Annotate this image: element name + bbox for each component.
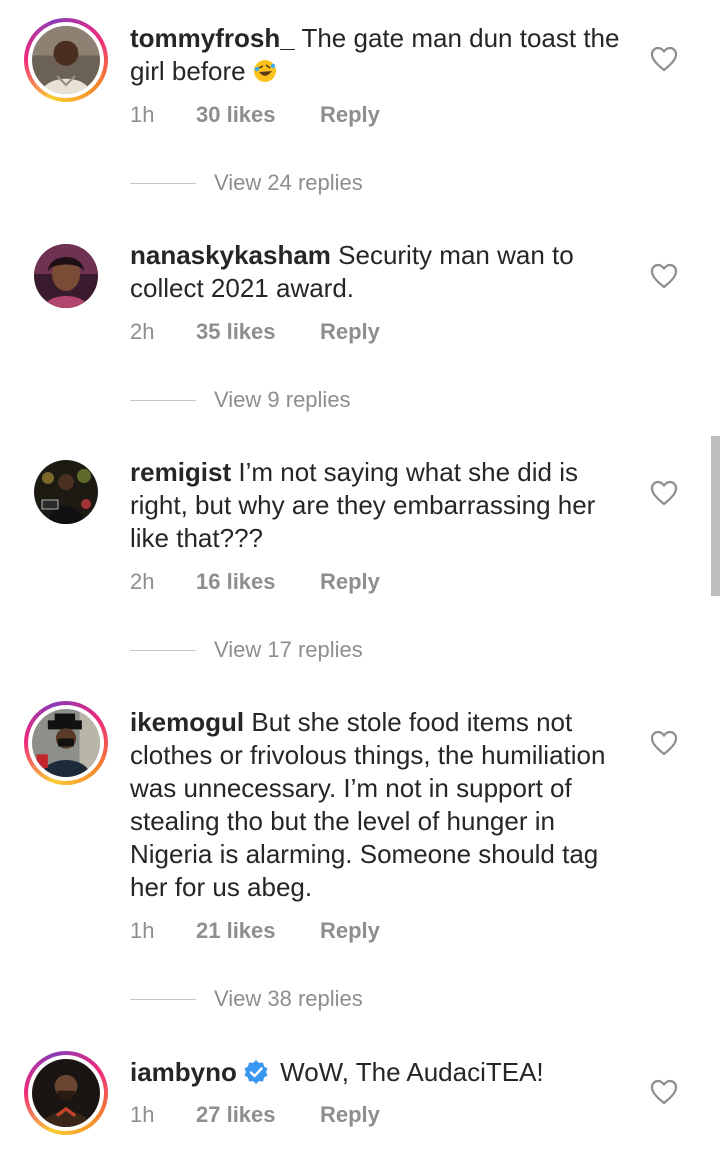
avatar[interactable] xyxy=(24,18,108,102)
avatar-image xyxy=(32,1059,100,1127)
comment-text: nanaskykasham Security man wan to collec… xyxy=(130,239,630,305)
scrollbar[interactable] xyxy=(711,436,720,596)
view-replies-label: View 38 replies xyxy=(214,986,363,1011)
comment-username[interactable]: remigist xyxy=(130,457,231,487)
avatar[interactable] xyxy=(24,450,108,534)
comment-text: iambyno WoW, The AudaciTEA! xyxy=(130,1056,630,1089)
comment-time: 1h xyxy=(130,918,155,943)
view-replies-label: View 17 replies xyxy=(214,637,363,662)
reply-button[interactable]: Reply xyxy=(320,317,380,347)
comment-text: remigist I’m not saying what she did is … xyxy=(130,456,630,555)
avatar-image xyxy=(32,26,100,94)
rofl-emoji xyxy=(253,60,276,82)
comment-username[interactable]: tommyfrosh_ xyxy=(130,23,295,53)
comment-time: 2h xyxy=(130,319,155,344)
reply-button[interactable]: Reply xyxy=(320,100,380,130)
avatar-image xyxy=(32,709,100,777)
view-replies-label: View 9 replies xyxy=(214,387,351,412)
comment-likes[interactable]: 16 likes xyxy=(196,567,276,597)
heart-outline-icon[interactable] xyxy=(650,263,678,289)
avatar-image xyxy=(34,460,98,524)
avatar-image xyxy=(34,244,98,308)
comment-time: 1h xyxy=(130,1102,155,1127)
heart-outline-icon[interactable] xyxy=(650,730,678,756)
avatar[interactable] xyxy=(24,234,108,318)
comment-text: tommyfrosh_ The gate man dun toast the g… xyxy=(130,22,630,88)
avatar[interactable] xyxy=(24,701,108,785)
comment-likes[interactable]: 35 likes xyxy=(196,317,276,347)
heart-outline-icon[interactable] xyxy=(650,46,678,72)
avatar[interactable] xyxy=(24,1051,108,1135)
comment-time: 2h xyxy=(130,569,155,594)
divider-line xyxy=(130,650,196,651)
heart-outline-icon[interactable] xyxy=(650,1079,678,1105)
view-replies-label: View 24 replies xyxy=(214,170,363,195)
reply-button[interactable]: Reply xyxy=(320,1100,380,1130)
comment-username[interactable]: ikemogul xyxy=(130,707,244,737)
reply-button[interactable]: Reply xyxy=(320,916,380,946)
comment-time: 1h xyxy=(130,102,155,127)
comment-text: ikemogul But she stole food items not cl… xyxy=(130,706,630,904)
comment-username[interactable]: nanaskykasham xyxy=(130,240,331,270)
divider-line xyxy=(130,400,196,401)
comment-likes[interactable]: 21 likes xyxy=(196,916,276,946)
comment-body: WoW, The AudaciTEA! xyxy=(280,1057,544,1087)
heart-outline-icon[interactable] xyxy=(650,480,678,506)
comment-likes[interactable]: 27 likes xyxy=(196,1100,276,1130)
comment-username[interactable]: iambyno xyxy=(130,1057,237,1087)
verified-badge-icon xyxy=(244,1060,268,1084)
reply-button[interactable]: Reply xyxy=(320,567,380,597)
divider-line xyxy=(130,999,196,1000)
comment-likes[interactable]: 30 likes xyxy=(196,100,276,130)
divider-line xyxy=(130,183,196,184)
